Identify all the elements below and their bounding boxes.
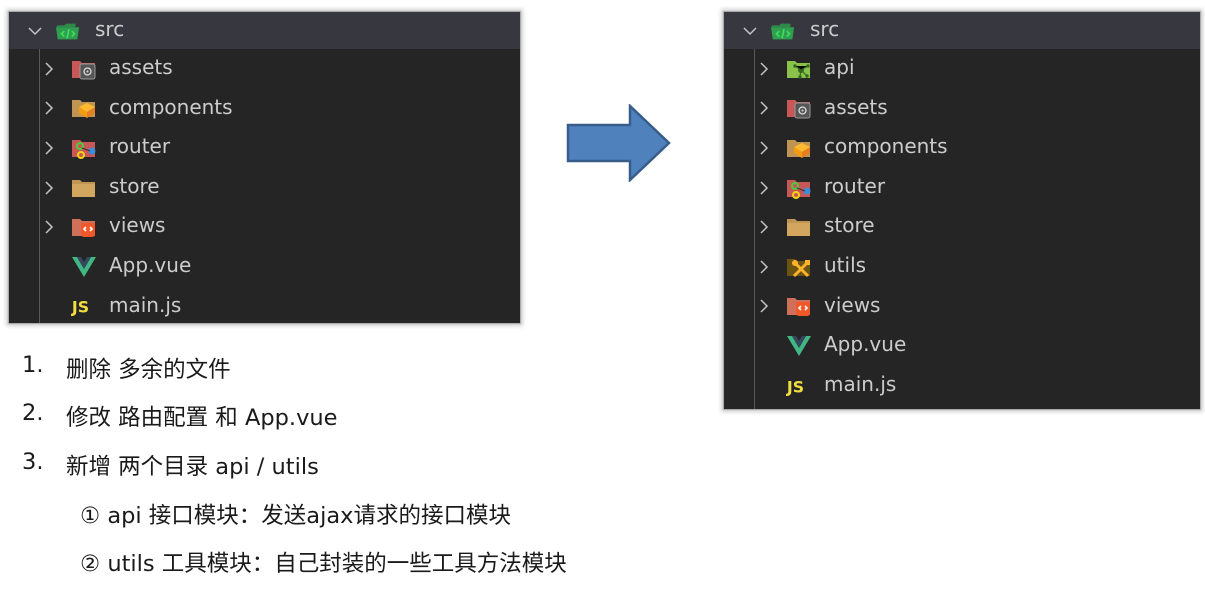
note-text: 修改 路由配置 和 App.vue xyxy=(66,405,338,431)
note-number: 2. xyxy=(22,400,44,426)
folder-api-icon xyxy=(786,57,812,81)
tree-row-file[interactable]: App.vue xyxy=(724,326,1200,366)
explorer-after-panel: src api assets components router store utils vi… xyxy=(724,12,1200,409)
tree-row-label: views xyxy=(824,292,881,317)
js-icon: JS xyxy=(786,374,812,398)
file-tree-before: src assets components router store views App.v… xyxy=(9,12,520,323)
tree-row-file[interactable]: JS main.js xyxy=(9,287,520,323)
tree-row-label: utils xyxy=(824,252,867,277)
folder-src-open-icon xyxy=(770,19,796,43)
chevron-right-icon[interactable] xyxy=(39,138,59,158)
js-icon: JS xyxy=(71,294,97,318)
note-subitem: ② utils 工具模块：自己封装的一些工具方法模块 xyxy=(80,551,567,577)
chevron-right-icon[interactable] xyxy=(754,178,774,198)
note-text: 删除 多余的文件 xyxy=(66,357,231,383)
tree-row-folder[interactable]: store xyxy=(724,207,1200,247)
chevron-down-icon[interactable] xyxy=(25,21,45,41)
folder-assets-icon xyxy=(71,57,97,81)
folder-assets-icon xyxy=(786,96,812,120)
tree-row-folder[interactable]: router xyxy=(9,128,520,168)
tree-row-folder[interactable]: store xyxy=(9,168,520,208)
tree-row-folder[interactable]: router xyxy=(724,168,1200,208)
tree-row-label: App.vue xyxy=(109,252,192,277)
note-text: 新增 两个目录 api / utils xyxy=(66,454,319,480)
chevron-right-icon[interactable] xyxy=(754,217,774,237)
svg-text:JS: JS xyxy=(786,377,804,396)
chevron-right-icon[interactable] xyxy=(754,98,774,118)
tree-row-label: store xyxy=(824,213,875,238)
note-number: 1. xyxy=(22,352,44,378)
tree-row-root[interactable]: src xyxy=(724,12,1200,49)
folder-utils-icon xyxy=(786,255,812,279)
tree-row-folder[interactable]: assets xyxy=(9,49,520,89)
tree-row-file[interactable]: App.vue xyxy=(9,247,520,287)
tree-row-label: assets xyxy=(109,55,173,79)
tree-row-label: router xyxy=(109,134,171,159)
tree-row-label: router xyxy=(824,173,886,198)
note-subitem: ① api 接口模块：发送ajax请求的接口模块 xyxy=(80,503,511,529)
tree-row-folder[interactable]: utils xyxy=(724,247,1200,287)
tree-row-label: src xyxy=(95,17,125,41)
chevron-right-icon[interactable] xyxy=(39,217,59,237)
chevron-right-icon[interactable] xyxy=(754,296,774,316)
tree-row-label: main.js xyxy=(109,292,182,317)
folder-components-icon xyxy=(71,96,97,120)
tree-row-label: src xyxy=(810,17,840,41)
tree-row-label: components xyxy=(824,134,948,159)
svg-text:JS: JS xyxy=(71,298,89,317)
folder-icon xyxy=(786,215,812,239)
chevron-down-icon[interactable] xyxy=(740,21,760,41)
note-number: 3. xyxy=(22,449,44,475)
tree-row-file[interactable]: JS main.js xyxy=(724,366,1200,406)
chevron-right-icon[interactable] xyxy=(754,59,774,79)
tree-row-folder[interactable]: api xyxy=(724,49,1200,89)
tree-row-label: main.js xyxy=(824,371,897,396)
explorer-before-panel: src assets components router store views App.v… xyxy=(9,12,520,323)
folder-components-icon xyxy=(786,136,812,160)
vue-icon xyxy=(71,255,97,279)
folder-src-open-icon xyxy=(55,19,81,43)
folder-views-icon xyxy=(71,215,97,239)
folder-icon xyxy=(71,176,97,200)
tree-row-folder[interactable]: components xyxy=(9,89,520,129)
tree-row-label: views xyxy=(109,213,166,238)
chevron-right-icon[interactable] xyxy=(39,98,59,118)
folder-router-icon xyxy=(786,176,812,200)
tree-row-folder[interactable]: assets xyxy=(724,89,1200,129)
tree-row-folder[interactable]: components xyxy=(724,128,1200,168)
vue-icon xyxy=(786,334,812,358)
tree-row-label: components xyxy=(109,94,233,119)
chevron-right-icon[interactable] xyxy=(39,178,59,198)
chevron-right-icon[interactable] xyxy=(754,257,774,277)
folder-views-icon xyxy=(786,294,812,318)
tree-row-label: assets xyxy=(824,94,888,119)
file-tree-after: src api assets components router store utils vi… xyxy=(724,12,1200,405)
tree-row-folder[interactable]: views xyxy=(724,287,1200,327)
tree-row-folder[interactable]: views xyxy=(9,207,520,247)
chevron-right-icon[interactable] xyxy=(754,138,774,158)
tree-row-label: App.vue xyxy=(824,332,907,357)
arrow-shape xyxy=(566,104,671,182)
tree-row-label: api xyxy=(824,55,855,79)
right-arrow-icon xyxy=(566,104,671,182)
folder-router-icon xyxy=(71,136,97,160)
tree-row-root[interactable]: src xyxy=(9,12,520,49)
tree-row-label: store xyxy=(109,173,160,198)
chevron-right-icon[interactable] xyxy=(39,59,59,79)
